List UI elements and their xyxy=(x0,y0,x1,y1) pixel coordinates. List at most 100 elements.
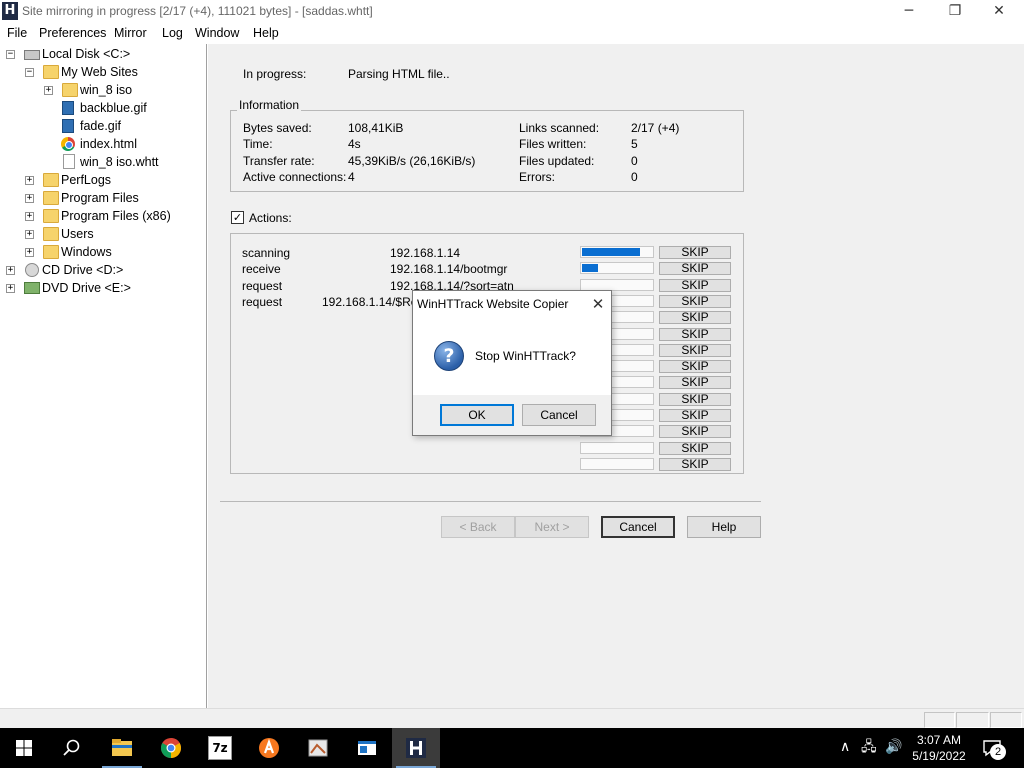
skip-button[interactable]: SKIP xyxy=(659,442,731,455)
information-group-title: Information xyxy=(237,98,302,112)
progress-fill xyxy=(582,248,640,256)
expand-icon[interactable]: + xyxy=(25,212,34,221)
action-url: 192.168.1.14/$Rec xyxy=(322,295,424,309)
action-progress-bar xyxy=(580,262,654,274)
active-connections-value: 4 xyxy=(348,170,355,184)
expand-icon[interactable]: + xyxy=(6,266,15,275)
app-icon xyxy=(308,739,328,757)
actions-checkbox[interactable]: ✓ xyxy=(231,211,244,224)
tree-node-label: DVD Drive <E:> xyxy=(42,281,131,295)
search-button[interactable] xyxy=(48,728,96,768)
cancel-button[interactable]: Cancel xyxy=(601,516,675,538)
folder-tree[interactable]: − Local Disk <C:> − My Web Sites + win_8… xyxy=(0,44,207,708)
action-progress-bar xyxy=(580,246,654,258)
menu-window[interactable]: Window xyxy=(195,26,239,40)
menu-log[interactable]: Log xyxy=(162,26,183,40)
taskbar: 7z ∧ 🖧 🔊 3:07 AM 5/19/2022 2 xyxy=(0,728,1024,768)
status-bar xyxy=(0,708,1024,728)
search-icon xyxy=(63,739,80,756)
skip-button[interactable]: SKIP xyxy=(659,409,731,422)
close-button[interactable]: ✕ xyxy=(976,0,1022,24)
status-cell xyxy=(956,712,989,728)
expand-icon[interactable]: + xyxy=(25,248,34,257)
taskbar-winhttrack[interactable] xyxy=(392,728,440,768)
tree-node-label: Windows xyxy=(61,245,112,259)
time-label: Time: xyxy=(243,137,273,151)
window-title: Site mirroring in progress [2/17 (+4), 1… xyxy=(22,4,373,18)
dvd-drive-icon xyxy=(24,282,40,294)
status-cell xyxy=(990,712,1022,728)
skip-button[interactable]: SKIP xyxy=(659,328,731,341)
tree-node-label: index.html xyxy=(80,137,137,151)
menu-mirror[interactable]: Mirror xyxy=(114,26,147,40)
dialog-close-button[interactable]: ✕ xyxy=(587,293,609,315)
chrome-icon xyxy=(161,738,181,758)
links-scanned-value: 2/17 (+4) xyxy=(631,121,680,135)
skip-button[interactable]: SKIP xyxy=(659,425,731,438)
collapse-icon[interactable]: − xyxy=(25,68,34,77)
action-progress-bar xyxy=(580,458,654,470)
clock[interactable]: 3:07 AM 5/19/2022 xyxy=(906,732,972,764)
expand-icon[interactable]: + xyxy=(25,194,34,203)
skip-button[interactable]: SKIP xyxy=(659,246,731,259)
active-connections-label: Active connections: xyxy=(243,170,347,184)
bytes-saved-value: 108,41KiB xyxy=(348,121,404,135)
folder-icon xyxy=(43,245,59,259)
winhttrack-icon xyxy=(406,738,426,758)
tree-node-label: CD Drive <D:> xyxy=(42,263,124,277)
skip-button[interactable]: SKIP xyxy=(659,295,731,308)
skip-button[interactable]: SKIP xyxy=(659,262,731,275)
file-icon xyxy=(63,154,75,169)
folder-icon xyxy=(43,209,59,223)
collapse-icon[interactable]: − xyxy=(6,50,15,59)
notification-count-badge: 2 xyxy=(990,744,1006,760)
back-button[interactable]: < Back xyxy=(441,516,515,538)
skip-button[interactable]: SKIP xyxy=(659,344,731,357)
skip-button[interactable]: SKIP xyxy=(659,376,731,389)
taskbar-chrome[interactable] xyxy=(147,728,195,768)
progress-fill xyxy=(582,264,598,272)
help-button[interactable]: Help xyxy=(687,516,761,538)
skip-button[interactable]: SKIP xyxy=(659,393,731,406)
skip-button[interactable]: SKIP xyxy=(659,458,731,471)
taskbar-avast[interactable] xyxy=(245,728,293,768)
menu-file[interactable]: File xyxy=(7,26,27,40)
expand-icon[interactable]: + xyxy=(6,284,15,293)
expand-icon[interactable]: + xyxy=(44,86,53,95)
volume-icon[interactable]: 🔊 xyxy=(885,738,902,756)
files-updated-label: Files updated: xyxy=(519,154,595,168)
taskbar-file-explorer[interactable] xyxy=(98,728,146,768)
menu-preferences[interactable]: Preferences xyxy=(39,26,106,40)
start-button[interactable] xyxy=(0,728,48,768)
mirror-progress-panel: In progress: Parsing HTML file.. Informa… xyxy=(208,44,1024,708)
errors-label: Errors: xyxy=(519,170,555,184)
action-type: request xyxy=(242,295,283,309)
action-type: receive xyxy=(242,262,281,276)
start-icon xyxy=(16,740,32,756)
errors-value: 0 xyxy=(631,170,638,184)
skip-button[interactable]: SKIP xyxy=(659,311,731,324)
action-type: scanning xyxy=(242,246,291,260)
dialog-cancel-button[interactable]: Cancel xyxy=(522,404,596,426)
taskbar-app-window[interactable] xyxy=(343,728,391,768)
menu-bar: File Preferences Mirror Log Window Help xyxy=(0,24,1024,44)
expand-icon[interactable]: + xyxy=(25,230,34,239)
minimize-button[interactable]: ─ xyxy=(886,0,932,24)
network-icon[interactable]: 🖧 xyxy=(861,738,877,756)
title-bar: H Site mirroring in progress [2/17 (+4),… xyxy=(0,0,1024,24)
action-progress-bar xyxy=(580,442,654,454)
taskbar-app[interactable] xyxy=(294,728,342,768)
expand-icon[interactable]: + xyxy=(25,176,34,185)
skip-button[interactable]: SKIP xyxy=(659,360,731,373)
7zip-icon: 7z xyxy=(208,736,232,760)
skip-button[interactable]: SKIP xyxy=(659,279,731,292)
dialog-title: WinHTTrack Website Copier xyxy=(417,297,569,311)
dialog-ok-button[interactable]: OK xyxy=(440,404,514,426)
next-button[interactable]: Next > xyxy=(515,516,589,538)
menu-help[interactable]: Help xyxy=(253,26,279,40)
taskbar-7zip[interactable]: 7z xyxy=(196,728,244,768)
maximize-button[interactable]: ❐ xyxy=(932,0,978,24)
tree-node-label: fade.gif xyxy=(80,119,122,133)
files-written-value: 5 xyxy=(631,137,638,151)
tray-chevron-icon[interactable]: ∧ xyxy=(840,738,850,756)
